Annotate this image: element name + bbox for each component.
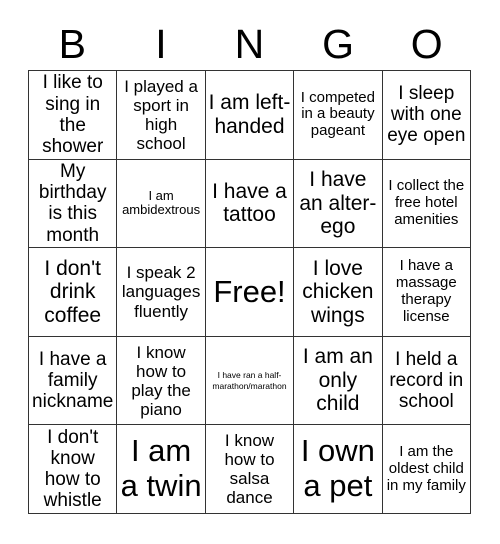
bingo-cell[interactable]: I have ran a half-marathon/marathon [205,336,295,426]
bingo-cell-free[interactable]: Free! [205,248,295,337]
bingo-cell[interactable]: I held a record in school [382,336,471,426]
bingo-cell-text: I have a tattoo [212,179,287,227]
bingo-cell[interactable]: I have a family nickname [29,336,118,426]
bingo-cell-text: I held a record in school [389,348,464,413]
bingo-cell-text: I played a sport in high school [124,76,198,153]
bingo-cell-text: I have ran a half-marathon/marathon [212,370,287,391]
bingo-cell-text: My birthday is this month [38,160,107,246]
bingo-cell[interactable]: I am an only child [294,336,383,426]
bingo-cell[interactable]: My birthday is this month [29,159,118,249]
bingo-cell-text: I don't know how to whistle [43,426,102,512]
header-letter-g: G [322,21,355,67]
bingo-cell-text: I am ambidextrous [122,187,201,218]
bingo-cell[interactable]: I have a massage therapy license [382,248,471,337]
bingo-cell[interactable]: I know how to salsa dance [205,425,295,514]
bingo-cell-text: I have a massage therapy license [395,257,457,325]
bingo-cell[interactable]: I love chicken wings [294,248,383,337]
bingo-cell[interactable]: I have a tattoo [205,159,295,249]
bingo-cell-text: I like to sing in the shower [42,72,104,158]
bingo-cell-text: I sleep with one eye open [387,82,466,147]
bingo-cell[interactable]: I own a pet [294,425,383,514]
bingo-cell[interactable]: I am left-handed [205,71,295,160]
bingo-cell[interactable]: I don't drink coffee [29,248,118,337]
header-letter-i: I [155,21,167,67]
bingo-cell-text: I am a twin [120,433,202,504]
bingo-grid: I like to sing in the shower I played a … [28,70,471,514]
bingo-cell-text: I have an alter-ego [299,168,377,239]
bingo-cell-text: I collect the free hotel amenities [388,177,465,228]
bingo-cell[interactable]: I speak 2 languages fluently [117,248,206,337]
bingo-cell[interactable]: I collect the free hotel amenities [382,159,471,249]
bingo-cell-text: I know how to play the piano [131,342,191,419]
header-letter-o: O [410,21,443,67]
bingo-cell[interactable]: I am a twin [117,425,206,514]
bingo-cell-text: I competed in a beauty pageant [300,88,375,140]
bingo-cell-text: I know how to salsa dance [224,431,275,508]
bingo-cell[interactable]: I competed in a beauty pageant [294,71,383,160]
header-letter-b: B [58,21,86,67]
bingo-cell[interactable]: I have an alter-ego [294,159,383,249]
bingo-cell-text: I speak 2 languages fluently [121,263,201,321]
bingo-cell[interactable]: I am ambidextrous [117,159,206,249]
bingo-cell-text: Free! [213,273,286,309]
header-letter-n: N [234,21,265,67]
bingo-card: B I N G O I like to sing in the shower I… [0,0,500,544]
bingo-cell-text: I don't drink coffee [44,256,102,327]
bingo-cell-text: I am an only child [302,345,373,416]
bingo-cell-text: I am left-handed [208,91,291,138]
bingo-cell[interactable]: I am the oldest child in my family [382,425,471,514]
bingo-cell[interactable]: I know how to play the piano [117,336,206,426]
bingo-cell[interactable]: I played a sport in high school [117,71,206,160]
bingo-cell-text: I own a pet [300,433,375,504]
bingo-cell-text: I love chicken wings [302,256,374,327]
bingo-cell[interactable]: I don't know how to whistle [29,425,118,514]
bingo-cell[interactable]: I sleep with one eye open [382,71,471,160]
bingo-cell-text: I have a family nickname [32,348,114,413]
bingo-cell[interactable]: I like to sing in the shower [29,71,118,160]
bingo-cell-text: I am the oldest child in my family [386,442,466,494]
bingo-header: B I N G O [28,18,471,70]
